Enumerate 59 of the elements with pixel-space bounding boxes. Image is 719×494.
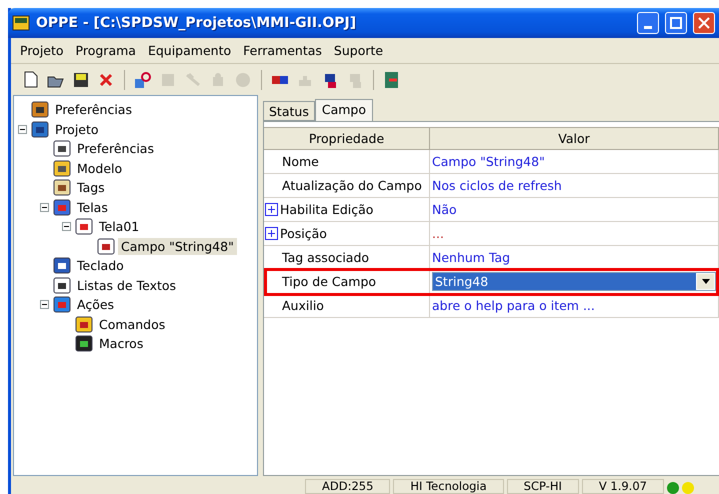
app-icon — [12, 15, 30, 31]
property-name: Auxilio — [282, 298, 324, 313]
property-name: Habilita Edição — [280, 202, 374, 217]
menu-item[interactable]: Programa — [70, 41, 141, 60]
expand-icon[interactable] — [265, 203, 278, 216]
menu-item[interactable]: Projeto — [15, 41, 69, 60]
property-value[interactable]: Nos ciclos de refresh — [430, 178, 562, 193]
property-name: Tipo de Campo — [282, 274, 376, 289]
property-name: Tag associado — [282, 250, 370, 265]
minimize-button[interactable] — [637, 12, 659, 34]
tree-item[interactable]: Telas — [74, 198, 111, 216]
property-value[interactable]: ... — [430, 226, 444, 241]
caret-icon — [702, 279, 710, 284]
menu-item[interactable]: Equipamento — [142, 41, 236, 60]
tree-item[interactable]: Campo "String48" — [118, 238, 237, 255]
tree-item[interactable]: Preferências — [52, 101, 135, 118]
tree-item[interactable]: Listas de Textos — [74, 276, 180, 294]
column-header: Valor — [430, 127, 719, 150]
tree-item[interactable]: Ações — [74, 296, 118, 314]
tree-item[interactable]: Projeto — [52, 120, 102, 138]
collapse-toggle[interactable] — [40, 202, 49, 212]
status-panel: V 1.9.07 — [582, 479, 664, 494]
status-panel: ADD:255 — [305, 479, 390, 494]
tree-item[interactable]: Teclado — [74, 257, 127, 274]
document-icon — [24, 71, 38, 88]
circle-icon — [235, 72, 251, 88]
menu-item[interactable]: Ferramentas — [238, 41, 327, 60]
property-value[interactable]: Nenhum Tag — [430, 250, 510, 265]
tree-item[interactable]: Tela01 — [96, 218, 142, 236]
dropdown[interactable]: String48 — [432, 272, 716, 291]
status-panel: HI Tecnologia — [393, 479, 504, 494]
property-value[interactable]: Não — [430, 202, 457, 217]
window-title: OPPE - [C:\SPDSW_Projetos\MMI-GII.OPJ] — [36, 15, 358, 31]
collapse-toggle[interactable] — [40, 300, 49, 310]
tab[interactable]: Status — [263, 101, 315, 121]
property-value[interactable]: abre o help para o item ... — [430, 298, 595, 313]
menu-item[interactable]: Suporte — [328, 41, 388, 60]
tree-item[interactable]: Comandos — [96, 316, 168, 333]
status-panel: SCP-HI — [506, 479, 579, 494]
tree-item[interactable]: Preferências — [74, 140, 157, 158]
close-icon — [698, 17, 710, 29]
collapse-toggle[interactable] — [62, 222, 71, 232]
close-button[interactable] — [693, 12, 715, 34]
tree-item[interactable]: Modelo — [74, 160, 126, 177]
maximize-button[interactable] — [665, 12, 687, 34]
property-value[interactable]: Campo "String48" — [430, 154, 545, 169]
tab[interactable]: Campo — [314, 99, 373, 121]
tree-item[interactable]: Macros — [96, 335, 146, 352]
square-icon — [160, 72, 176, 88]
column-header: Propriedade — [264, 127, 430, 150]
collapse-toggle[interactable] — [18, 124, 27, 134]
property-name: Nome — [282, 154, 319, 169]
property-name: Atualização do Campo — [282, 178, 422, 193]
maximize-icon — [670, 17, 682, 29]
property-name: Posição — [280, 226, 327, 241]
close-icon — [99, 72, 113, 86]
tree-item[interactable]: Tags — [74, 179, 108, 196]
minimize-icon — [644, 26, 652, 28]
expand-icon[interactable] — [265, 227, 278, 240]
